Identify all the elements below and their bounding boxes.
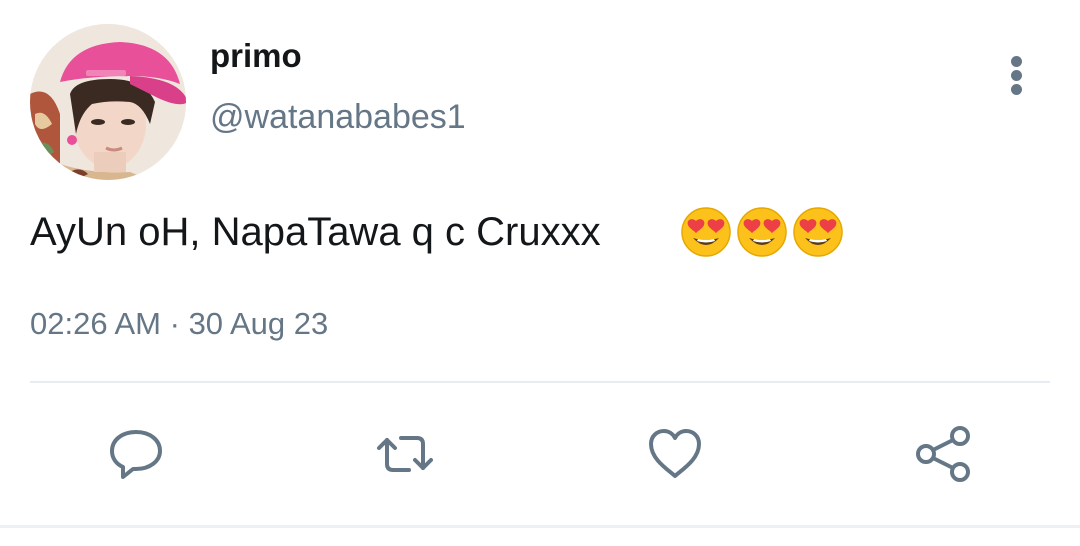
divider <box>30 381 1050 383</box>
avatar-image <box>30 24 186 180</box>
tweet-timestamp[interactable]: 02:26 AM · 30 Aug 23 <box>30 304 328 344</box>
bottom-divider <box>0 525 1080 528</box>
tweet-date: 30 Aug 23 <box>188 306 329 341</box>
display-name[interactable]: primo <box>210 36 302 76</box>
tweet-time: 02:26 AM <box>30 306 161 341</box>
more-options-button[interactable] <box>996 50 1038 100</box>
heart-eyes-emoji-icon <box>793 207 843 257</box>
more-options-icon-dot <box>1011 70 1022 81</box>
emoji-group <box>680 206 844 258</box>
share-icon <box>916 426 970 482</box>
more-options-icon <box>1011 56 1022 67</box>
like-button[interactable] <box>645 424 705 484</box>
tweet-card: primo @watanababes1 AyUn oH, NapaTawa q … <box>0 0 1080 546</box>
retweet-button[interactable] <box>375 424 435 484</box>
heart-icon <box>649 429 701 478</box>
heart-eyes-emoji-icon <box>737 207 787 257</box>
tweet-text: AyUn oH, NapaTawa q c Cruxxx <box>30 210 601 254</box>
reply-button[interactable] <box>106 424 166 484</box>
share-button[interactable] <box>914 424 974 484</box>
heart-eyes-emoji-icon <box>681 207 731 257</box>
avatar[interactable] <box>30 24 186 180</box>
more-options-icon-dot <box>1011 84 1022 95</box>
timestamp-separator: · <box>169 306 180 341</box>
retweet-icon <box>377 436 433 472</box>
comment-icon <box>110 430 162 479</box>
user-handle[interactable]: @watanababes1 <box>210 97 466 137</box>
